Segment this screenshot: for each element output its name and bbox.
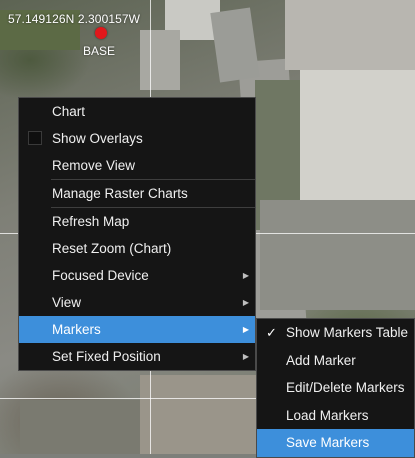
menu-item-chart[interactable]: Chart (19, 98, 255, 125)
submenu-item-show-markers-table[interactable]: ✓ Show Markers Table (257, 319, 414, 347)
map-context-menu: Chart Show Overlays Remove View Manage R… (18, 97, 256, 371)
chevron-right-icon: ▶ (242, 298, 249, 307)
map-building (140, 375, 260, 454)
menu-item-set-fixed-position[interactable]: Set Fixed Position ▶ (19, 343, 255, 370)
checkmark-icon: ✓ (266, 325, 277, 340)
menu-item-label: Markers (52, 322, 101, 337)
menu-item-label: Focused Device (52, 268, 149, 283)
chevron-right-icon: ▶ (242, 271, 249, 280)
submenu-item-add-marker[interactable]: Add Marker (257, 347, 414, 375)
submenu-item-label: Add Marker (286, 352, 356, 368)
menu-item-label: View (52, 295, 82, 310)
submenu-item-edit-delete-markers[interactable]: Edit/Delete Markers (257, 374, 414, 402)
menu-item-reset-zoom[interactable]: Reset Zoom (Chart) (19, 235, 255, 262)
menu-item-manage-raster-charts[interactable]: Manage Raster Charts (19, 180, 255, 207)
submenu-item-label: Edit/Delete Markers (286, 380, 405, 395)
submenu-item-load-markers[interactable]: Load Markers (257, 402, 414, 430)
submenu-item-label: Load Markers (286, 407, 369, 423)
menu-item-markers[interactable]: Markers ▶ (19, 316, 255, 343)
base-marker-label: BASE (83, 44, 116, 58)
menu-item-remove-view[interactable]: Remove View (19, 152, 255, 179)
submenu-item-label: Save Markers (286, 435, 370, 450)
menu-item-label: Remove View (52, 158, 136, 173)
menu-item-label: Refresh Map (52, 214, 130, 229)
chevron-right-icon: ▶ (242, 352, 249, 361)
menu-item-label: Set Fixed Position (52, 349, 161, 364)
menu-item-view[interactable]: View ▶ (19, 289, 255, 316)
markers-submenu: ✓ Show Markers Table Add Marker Edit/Del… (256, 318, 415, 458)
coordinate-readout: 57.149126N 2.300157W (8, 12, 141, 26)
submenu-item-label: Show Markers Table (286, 325, 409, 340)
map-building (210, 7, 260, 83)
map-terrain (260, 200, 415, 310)
submenu-item-save-markers[interactable]: Save Markers (257, 429, 414, 457)
map-building (285, 0, 415, 70)
map-building (20, 400, 140, 454)
menu-item-label: Reset Zoom (Chart) (52, 241, 172, 256)
menu-item-refresh-map[interactable]: Refresh Map (19, 208, 255, 235)
menu-item-focused-device[interactable]: Focused Device ▶ (19, 262, 255, 289)
menu-item-label: Manage Raster Charts (52, 186, 188, 201)
menu-item-show-overlays[interactable]: Show Overlays (19, 125, 255, 152)
base-marker-icon[interactable] (95, 27, 107, 39)
chevron-right-icon: ▶ (242, 325, 249, 334)
menu-item-label: Chart (52, 104, 86, 119)
menu-item-label: Show Overlays (52, 131, 143, 146)
show-overlays-checkbox[interactable] (28, 131, 42, 145)
map-building (300, 70, 415, 200)
map-building (140, 30, 180, 90)
